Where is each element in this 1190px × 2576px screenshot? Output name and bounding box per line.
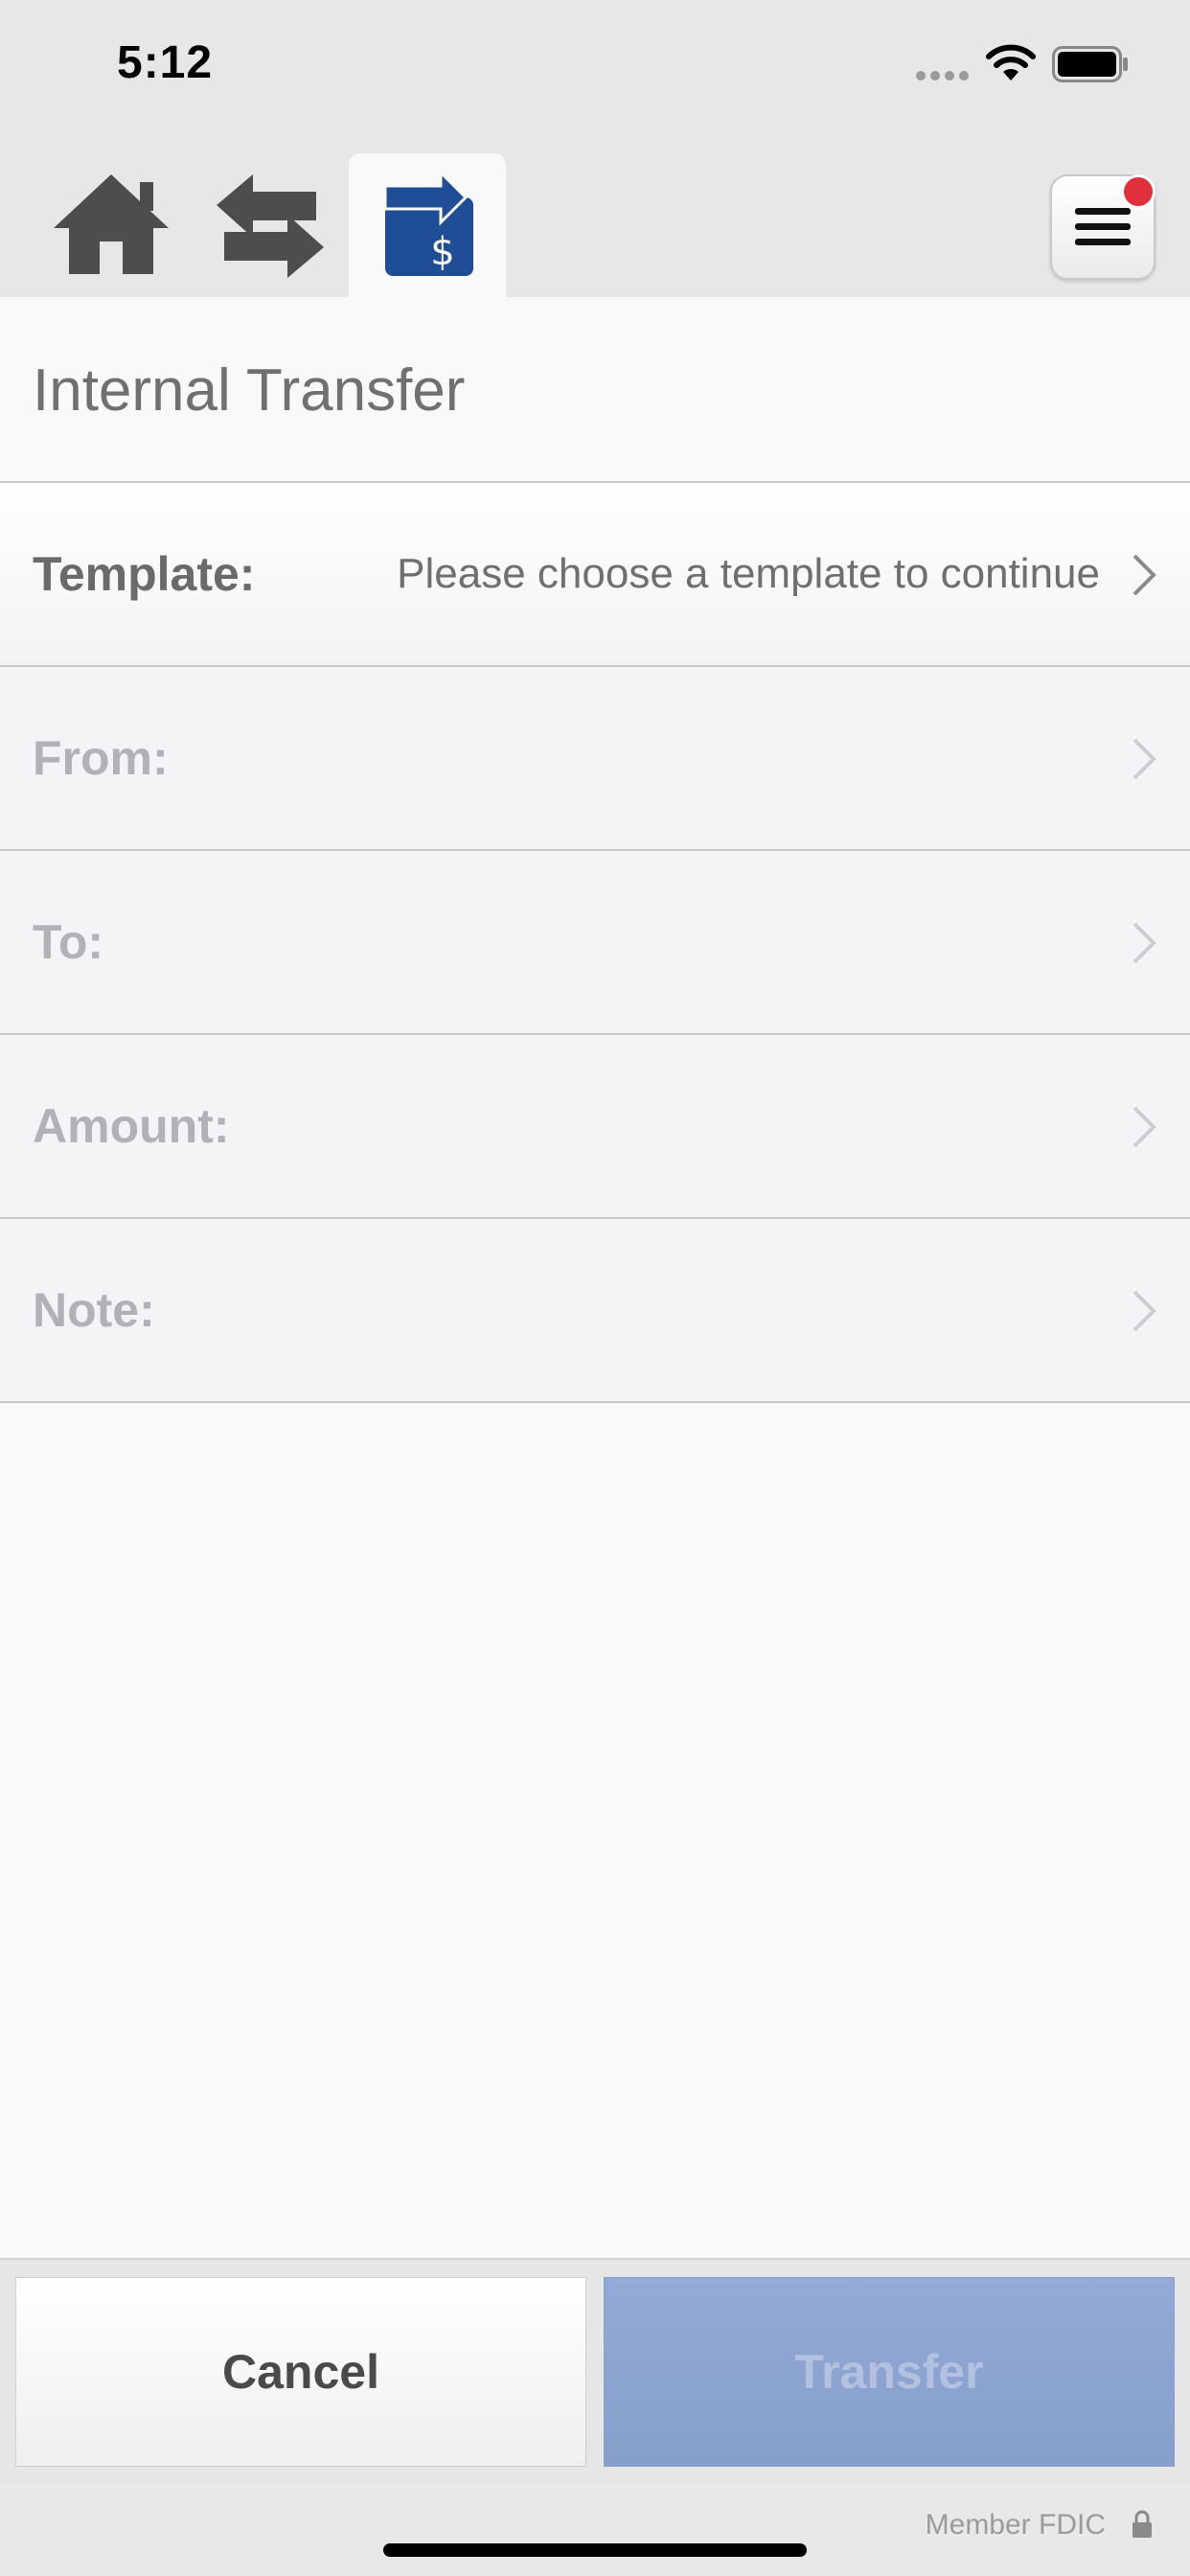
to-row[interactable]: To: [0,851,1190,1035]
to-label: To: [33,915,104,969]
amount-row[interactable]: Amount: [0,1035,1190,1219]
cellular-signal-icon [916,71,969,80]
template-row[interactable]: Template: Please choose a template to co… [0,483,1190,667]
nav-tab-internal-transfer[interactable]: $ [349,153,506,297]
chevron-right-icon [1133,554,1156,596]
cancel-button[interactable]: Cancel [15,2277,586,2467]
footer: Member FDIC [0,2482,1190,2576]
note-label: Note: [33,1283,155,1337]
note-row[interactable]: Note: [0,1219,1190,1403]
page-header: Internal Transfer [0,297,1190,483]
template-label: Template: [33,547,256,601]
wifi-icon [986,44,1036,80]
transfer-button[interactable]: Transfer [604,2277,1175,2467]
from-label: From: [33,731,169,785]
nav-tab-home[interactable] [33,153,190,297]
member-fdic-label: Member FDIC [925,2509,1106,2541]
transfer-arrows-icon [217,174,324,278]
app-screen: 5:12 $ Internal Transfer Template: Pleas… [0,0,1190,2576]
from-row[interactable]: From: [0,667,1190,851]
status-time: 5:12 [117,37,214,88]
action-bar: Cancel Transfer [0,2258,1190,2482]
battery-icon [1052,46,1128,82]
money-transfer-icon: $ [383,169,473,276]
svg-text:$: $ [430,230,454,274]
notification-badge [1121,174,1156,209]
top-nav: $ [0,144,1190,297]
chevron-right-icon [1133,1290,1156,1332]
lock-icon [1133,2510,1152,2538]
amount-label: Amount: [33,1099,230,1153]
nav-tab-transfers[interactable] [192,153,349,297]
template-value: Please choose a template to continue [397,550,1100,597]
status-bar: 5:12 [0,0,1190,144]
chevron-right-icon [1133,1106,1156,1148]
page-title: Internal Transfer [33,357,466,424]
chevron-right-icon [1133,922,1156,964]
hamburger-menu-icon [1075,208,1131,245]
home-icon [54,174,169,274]
home-indicator [383,2543,807,2557]
chevron-right-icon [1133,738,1156,780]
